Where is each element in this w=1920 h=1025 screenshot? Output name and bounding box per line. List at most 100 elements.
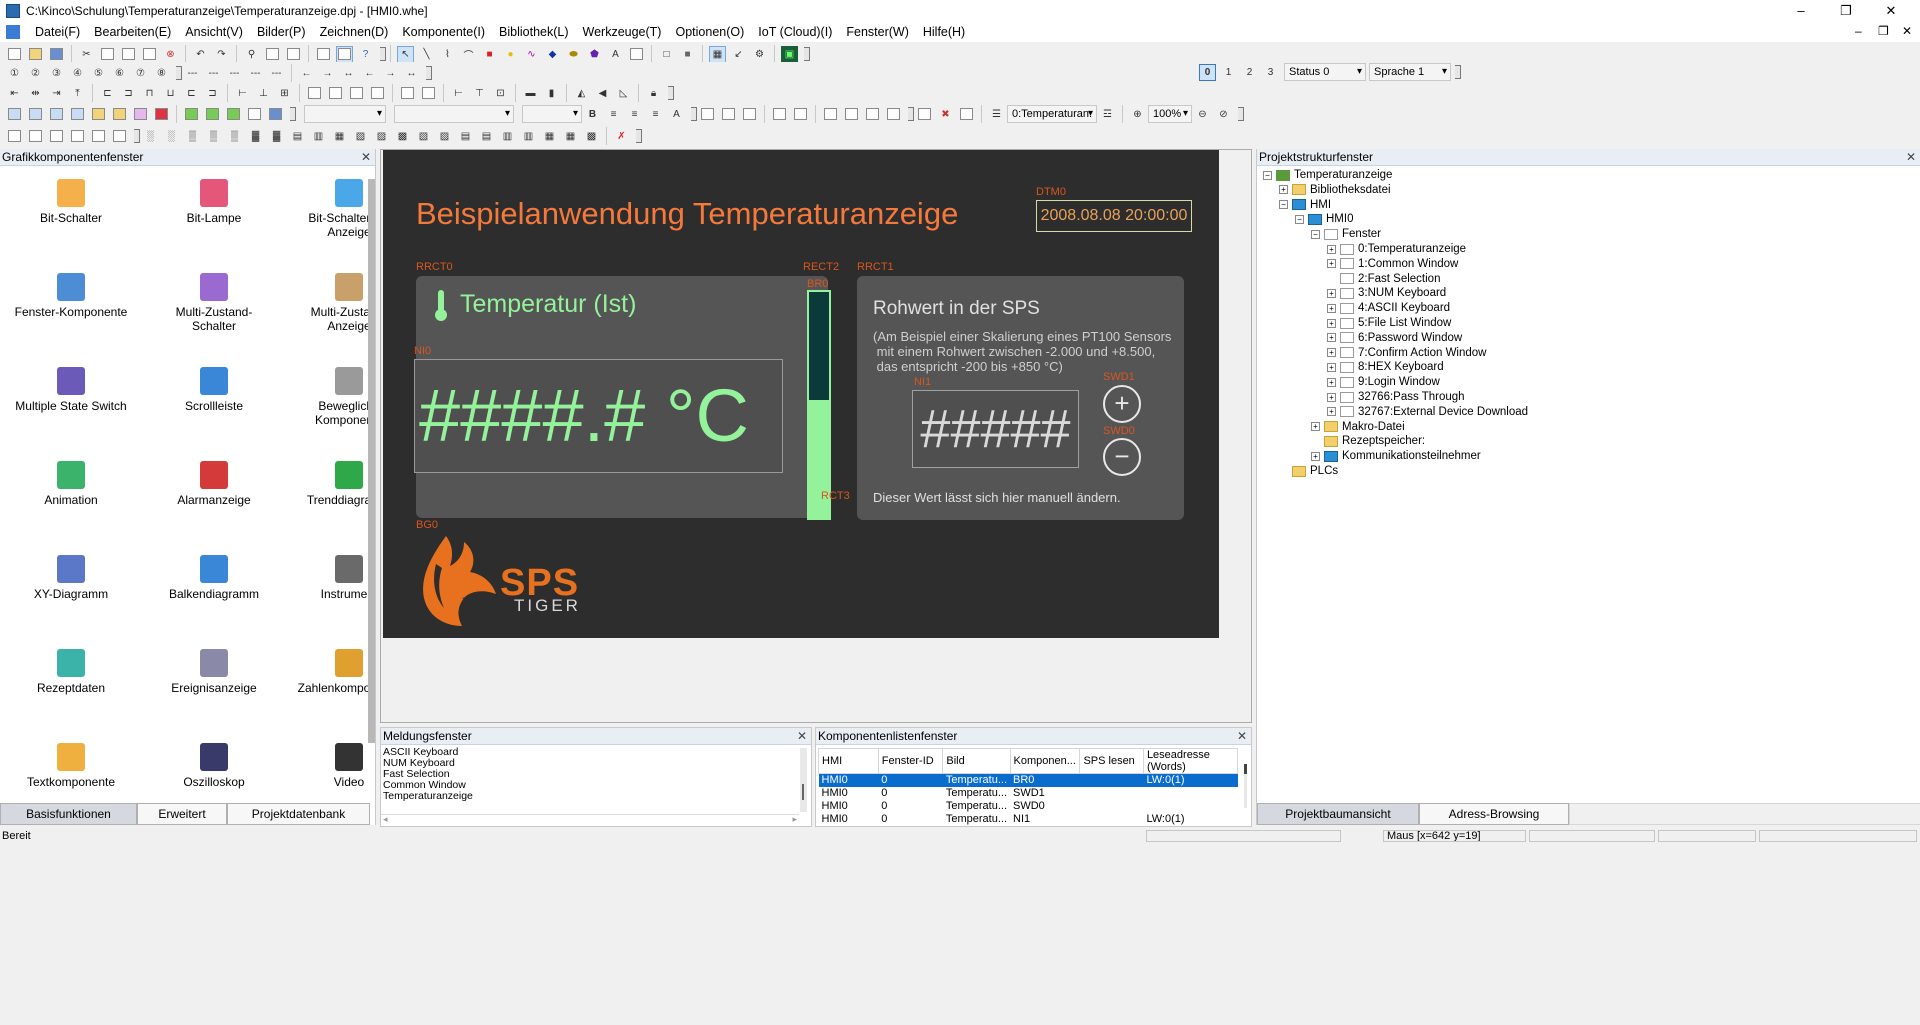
collapse-icon[interactable]: − xyxy=(1311,229,1320,239)
circle-icon[interactable]: ● xyxy=(502,46,519,63)
component-xy-diagramm[interactable]: XY-Diagramm xyxy=(12,551,130,621)
menu-komponente[interactable]: Komponente(I) xyxy=(395,25,492,39)
tree-item-3-num-keyboard[interactable]: +3:NUM Keyboard xyxy=(1327,287,1446,299)
step1-icon[interactable]: ① xyxy=(6,65,23,82)
print-preview-icon[interactable] xyxy=(285,46,302,63)
align-text-right-icon[interactable]: ≡ xyxy=(647,106,664,123)
menu-bilder[interactable]: Bilder(P) xyxy=(250,25,313,39)
decrement-button[interactable]: − xyxy=(1103,438,1141,476)
app-title[interactable]: Beispielanwendung Temperaturanzeige xyxy=(416,196,958,232)
fill-16-icon[interactable]: ▤ xyxy=(457,128,474,145)
tree-item-4-ascii-keyboard[interactable]: +4:ASCII Keyboard xyxy=(1327,302,1450,314)
step5-icon[interactable]: ⑤ xyxy=(90,65,107,82)
tool-d-icon[interactable] xyxy=(771,106,788,123)
frame-color-icon[interactable]: □ xyxy=(658,46,675,63)
text-icon[interactable]: A xyxy=(607,46,624,63)
expand-icon[interactable]: + xyxy=(1327,348,1336,358)
screen-active-icon[interactable] xyxy=(336,45,353,63)
tree-item-hmi[interactable]: − HMI xyxy=(1279,199,1331,211)
find-icon[interactable]: ⚲ xyxy=(243,46,260,63)
tool-f-icon[interactable] xyxy=(822,106,839,123)
expand-icon[interactable]: + xyxy=(1311,422,1320,432)
window-select[interactable]: 0:Temperaturan: xyxy=(1007,105,1097,123)
tree-item-hmi0[interactable]: − HMI0 xyxy=(1295,213,1353,225)
comp-d-icon[interactable] xyxy=(69,106,86,123)
component-animation[interactable]: Animation xyxy=(12,457,130,527)
step4-icon[interactable]: ④ xyxy=(69,65,86,82)
comp-a-icon[interactable] xyxy=(6,106,23,123)
menu-bibliothek[interactable]: Bibliothek(L) xyxy=(492,25,575,39)
column-header[interactable]: Fenster-ID xyxy=(877,748,944,774)
status-1-button[interactable]: 1 xyxy=(1220,64,1237,81)
comp-h-icon[interactable] xyxy=(153,106,170,123)
rotate-c-icon[interactable]: ◺ xyxy=(615,85,632,102)
component-instrument[interactable]: Instrument xyxy=(290,551,370,621)
tiger-logo-icon[interactable] xyxy=(416,534,500,628)
redo-icon[interactable]: ↷ xyxy=(213,46,230,63)
simulate-icon[interactable]: ⚙ xyxy=(751,46,768,63)
menu-iot[interactable]: IoT (Cloud)(I) xyxy=(751,25,839,39)
menu-werkzeuge[interactable]: Werkzeuge(T) xyxy=(576,25,669,39)
order-b-icon[interactable] xyxy=(327,85,344,102)
fill-3-icon[interactable]: ▒ xyxy=(184,128,201,145)
fill-10-icon[interactable]: ▦ xyxy=(331,128,348,145)
component-scrollbar[interactable] xyxy=(368,179,375,743)
tool-l-icon[interactable] xyxy=(958,106,975,123)
menu-optionen[interactable]: Optionen(O) xyxy=(668,25,751,39)
fill-17-icon[interactable]: ▤ xyxy=(478,128,495,145)
rotate-a-icon[interactable]: ◭ xyxy=(573,85,590,102)
comp-l-icon[interactable] xyxy=(246,106,263,123)
delete-icon[interactable]: ⊗ xyxy=(162,46,179,63)
expand-icon[interactable]: + xyxy=(1327,259,1336,269)
comp-i-icon[interactable] xyxy=(183,106,200,123)
expand-icon[interactable]: + xyxy=(1327,303,1336,313)
editor-canvas[interactable]: DTM0 Beispielanwendung Temperaturanzeige… xyxy=(380,149,1252,723)
flip-v-icon[interactable]: ▮ xyxy=(543,85,560,102)
same-height-icon[interactable]: ⊥ xyxy=(255,85,272,102)
pattern-f-icon[interactable] xyxy=(111,128,128,145)
expand-icon[interactable]: + xyxy=(1327,377,1336,387)
undo-icon[interactable]: ↶ xyxy=(192,46,209,63)
tab-projektbaumansicht[interactable]: Projektbaumansicht xyxy=(1257,803,1419,825)
expand-icon[interactable]: + xyxy=(1327,407,1336,417)
cut-icon[interactable]: ✂ xyxy=(78,46,95,63)
polygon-icon[interactable]: ◆ xyxy=(544,46,561,63)
mdi-minimize-button[interactable]: – xyxy=(1855,24,1862,38)
help-icon[interactable]: ? xyxy=(357,46,374,63)
zoom-out-icon[interactable]: ⊖ xyxy=(1194,106,1211,123)
component-multi-zustand-anzeige[interactable]: Multi-Zustand-Anzeige xyxy=(290,269,370,339)
pattern-e-icon[interactable] xyxy=(90,128,107,145)
bold-icon[interactable]: B xyxy=(584,106,601,123)
comp-k-icon[interactable] xyxy=(225,106,242,123)
arrow-left-icon[interactable]: ← xyxy=(298,65,315,82)
column-header[interactable]: SPS lesen xyxy=(1079,748,1144,774)
tab-projektdatenbank[interactable]: Projektdatenbank xyxy=(227,803,370,825)
pattern-a-icon[interactable] xyxy=(6,128,23,145)
vspace-icon[interactable]: ⊤ xyxy=(471,85,488,102)
tree-item-0-temperaturanzeige[interactable]: +0:Temperaturanzeige xyxy=(1327,243,1466,255)
tree-item-rezeptspeicher[interactable]: Rezeptspeicher: xyxy=(1311,435,1425,447)
center-icon[interactable]: ⊡ xyxy=(492,85,509,102)
status-select[interactable]: Status 0 xyxy=(1284,63,1366,81)
shape-icon[interactable]: ⬟ xyxy=(586,46,603,63)
expand-icon[interactable]: + xyxy=(1279,185,1288,195)
arc-icon[interactable]: ⌒ xyxy=(460,46,477,63)
comp-m-icon[interactable] xyxy=(267,106,284,123)
component-bit-schalter-mit-anzeige[interactable]: Bit-Schalter mit Anzeige xyxy=(290,175,370,245)
copy-icon[interactable] xyxy=(99,46,116,63)
align-left-icon[interactable]: ⇤ xyxy=(6,85,23,102)
tab-basisfunktionen[interactable]: Basisfunktionen xyxy=(0,803,137,825)
rotate-b-icon[interactable]: ◀ xyxy=(594,85,611,102)
arrow-right2-icon[interactable]: → xyxy=(382,65,399,82)
online-icon[interactable]: ▣ xyxy=(781,45,798,63)
tree-item-5-file-list-window[interactable]: +5:File List Window xyxy=(1327,317,1451,329)
fill-4-icon[interactable]: ▒ xyxy=(205,128,222,145)
status-3-button[interactable]: 3 xyxy=(1262,64,1279,81)
font-color-icon[interactable]: A xyxy=(668,106,685,123)
tool-a-icon[interactable] xyxy=(699,106,716,123)
comp-f-icon[interactable] xyxy=(111,106,128,123)
expand-icon[interactable]: + xyxy=(1327,244,1336,254)
step6-icon[interactable]: ⑥ xyxy=(111,65,128,82)
maximize-button[interactable]: ❐ xyxy=(1823,0,1869,22)
close-icon[interactable]: ✕ xyxy=(1237,728,1247,744)
